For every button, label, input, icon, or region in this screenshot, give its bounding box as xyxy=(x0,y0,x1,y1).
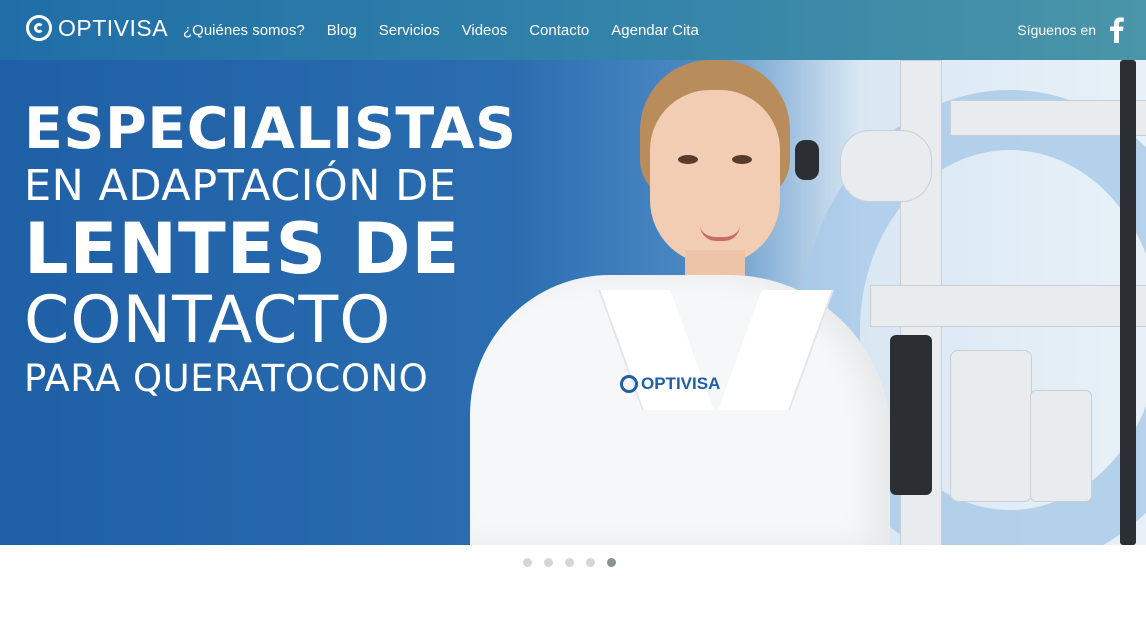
carousel-dot-5[interactable] xyxy=(607,558,616,567)
nav-item-quienes-somos[interactable]: ¿Quiénes somos? xyxy=(183,22,305,39)
headline-line-5: PARA QUERATOCONO xyxy=(24,357,429,400)
hero-headline: ESPECIALISTAS EN ADAPTACIÓN DE LENTES DE… xyxy=(24,98,517,402)
nav-item-videos[interactable]: Videos xyxy=(462,22,508,39)
follow-label: Síguenos en xyxy=(1017,22,1096,38)
badge-text: OPTIVISA xyxy=(641,374,721,393)
nav-item-agendar-cita[interactable]: Agendar Cita xyxy=(611,22,699,39)
headline-line-1: ESPECIALISTAS xyxy=(24,96,517,162)
carousel-dot-1[interactable] xyxy=(523,558,532,567)
logo-eye-icon xyxy=(26,15,52,41)
badge-eye-icon xyxy=(620,375,638,393)
hero-banner[interactable]: OPTIVISA ESPECIALISTAS EN ADAPTACIÓN DE … xyxy=(0,60,1146,545)
carousel-dot-2[interactable] xyxy=(544,558,553,567)
logo-text: OPTIVISA xyxy=(58,14,169,41)
nav-item-contacto[interactable]: Contacto xyxy=(529,22,589,39)
facebook-icon[interactable] xyxy=(1110,17,1124,43)
coat-logo-badge: OPTIVISA xyxy=(620,374,720,394)
nav-item-blog[interactable]: Blog xyxy=(327,22,357,39)
nav-item-servicios[interactable]: Servicios xyxy=(379,22,440,39)
headline-line-3: LENTES DE xyxy=(24,208,461,290)
carousel-dot-3[interactable] xyxy=(565,558,574,567)
main-nav: ¿Quiénes somos? Blog Servicios Videos Co… xyxy=(183,0,721,60)
carousel-dot-4[interactable] xyxy=(586,558,595,567)
carousel-pagination xyxy=(523,558,616,567)
headline-line-2: EN ADAPTACIÓN DE xyxy=(24,161,457,211)
brand-logo[interactable]: OPTIVISA xyxy=(26,12,168,44)
social-follow: Síguenos en xyxy=(1017,0,1124,60)
specialist-photo: OPTIVISA xyxy=(470,60,900,545)
headline-line-4: CONTACTO xyxy=(24,283,392,358)
top-navbar: OPTIVISA ¿Quiénes somos? Blog Servicios … xyxy=(0,0,1146,60)
